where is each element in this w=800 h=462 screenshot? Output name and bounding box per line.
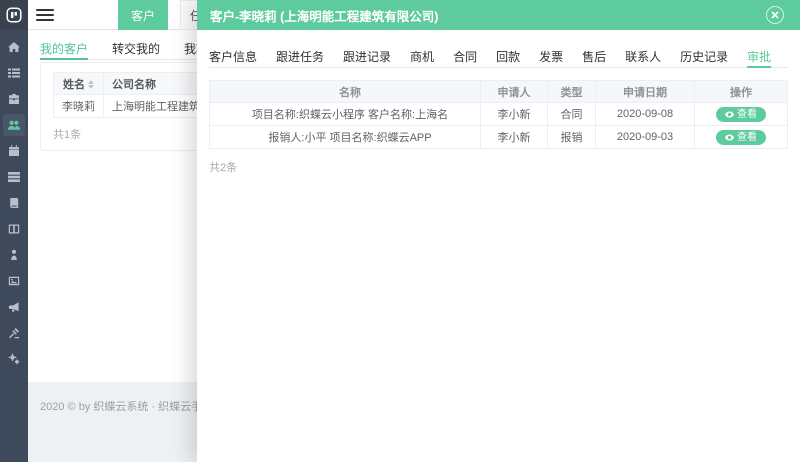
nav-kanban[interactable] bbox=[3, 218, 25, 240]
tab-follow-tasks[interactable]: 跟进任务 bbox=[276, 46, 324, 68]
server-icon bbox=[8, 171, 20, 183]
applicant-cell: 李小新 bbox=[481, 126, 548, 149]
briefcase-icon bbox=[8, 93, 20, 105]
drawer-tabs: 客户信息 跟进任务 跟进记录 商机 合同 回款 发票 售后 联系人 历史记录 审… bbox=[209, 46, 788, 68]
nav-gallery[interactable] bbox=[3, 270, 25, 292]
logo-icon bbox=[6, 7, 22, 23]
book-icon bbox=[8, 197, 20, 209]
table-row: 报销人:小平 项目名称:织蝶云APP 李小新 报销 2020-09-03 查看 bbox=[210, 126, 788, 149]
app-root: 客户 任务 我的客户 转交我的 我转交的 姓名 公司名称 bbox=[0, 0, 800, 462]
actions-cell: 查看 bbox=[695, 103, 788, 126]
close-icon bbox=[771, 11, 779, 19]
nav-person[interactable] bbox=[3, 244, 25, 266]
tab-payments[interactable]: 回款 bbox=[496, 46, 520, 68]
nav-list[interactable] bbox=[3, 62, 25, 84]
tab-contacts[interactable]: 联系人 bbox=[625, 46, 661, 68]
app-logo[interactable] bbox=[0, 0, 28, 30]
actions-cell: 查看 bbox=[695, 126, 788, 149]
column-header-title: 名称 bbox=[210, 81, 481, 103]
customer-name-cell: 李晓莉 bbox=[54, 95, 104, 118]
megaphone-icon bbox=[8, 301, 20, 313]
tab-transferred-to-me[interactable]: 转交我的 bbox=[112, 38, 160, 60]
tab-history[interactable]: 历史记录 bbox=[680, 46, 728, 68]
sort-icon[interactable] bbox=[88, 80, 94, 89]
tab-invoices[interactable]: 发票 bbox=[539, 46, 563, 68]
drawer-header: 客户-李晓莉 (上海明能工程建筑有限公司) bbox=[197, 0, 800, 30]
approvals-table: 名称 申请人 类型 申请日期 操作 项目名称:织蝶云小程序 客户名称:上海名 李… bbox=[209, 80, 788, 149]
home-icon bbox=[8, 41, 20, 53]
menu-toggle-button[interactable] bbox=[36, 7, 54, 23]
date-cell: 2020-09-08 bbox=[596, 103, 695, 126]
nav-server[interactable] bbox=[3, 166, 25, 188]
applicant-cell: 李小新 bbox=[481, 103, 548, 126]
view-button[interactable]: 查看 bbox=[716, 130, 766, 145]
tab-follow-records[interactable]: 跟进记录 bbox=[343, 46, 391, 68]
nav-projects[interactable] bbox=[3, 88, 25, 110]
tab-after-sales[interactable]: 售后 bbox=[582, 46, 606, 68]
type-cell: 合同 bbox=[548, 103, 596, 126]
nav-calendar[interactable] bbox=[3, 140, 25, 162]
nav-announce[interactable] bbox=[3, 296, 25, 318]
eye-icon bbox=[725, 111, 734, 118]
tab-contracts[interactable]: 合同 bbox=[453, 46, 477, 68]
table-row: 项目名称:织蝶云小程序 客户名称:上海名 李小新 合同 2020-09-08 查… bbox=[210, 103, 788, 126]
column-header-type: 类型 bbox=[548, 81, 596, 103]
approvals-total-count: 共2条 bbox=[209, 159, 800, 175]
column-header-date: 申请日期 bbox=[596, 81, 695, 103]
nav-gavel[interactable] bbox=[3, 322, 25, 344]
column-header-applicant: 申请人 bbox=[481, 81, 548, 103]
view-button[interactable]: 查看 bbox=[716, 107, 766, 122]
nav-settings[interactable] bbox=[3, 348, 25, 370]
column-header-name[interactable]: 姓名 bbox=[54, 73, 104, 95]
gears-icon bbox=[8, 353, 20, 365]
sidebar-nav bbox=[0, 30, 28, 374]
users-icon bbox=[8, 119, 20, 131]
tab-customer-info[interactable]: 客户信息 bbox=[209, 46, 257, 68]
customer-detail-drawer: 客户-李晓莉 (上海明能工程建筑有限公司) 客户信息 跟进任务 跟进记录 商机 … bbox=[197, 0, 800, 462]
type-cell: 报销 bbox=[548, 126, 596, 149]
nav-book[interactable] bbox=[3, 192, 25, 214]
tab-opportunities[interactable]: 商机 bbox=[410, 46, 434, 68]
close-button[interactable] bbox=[766, 6, 784, 24]
drawer-title: 客户-李晓莉 (上海明能工程建筑有限公司) bbox=[210, 6, 438, 25]
tab-approvals[interactable]: 审批 bbox=[747, 46, 771, 68]
list-icon bbox=[8, 67, 20, 79]
sidebar bbox=[0, 0, 28, 462]
nav-customers[interactable] bbox=[3, 114, 25, 136]
nav-home[interactable] bbox=[3, 36, 25, 58]
tab-my-customers[interactable]: 我的客户 bbox=[40, 38, 88, 60]
columns-icon bbox=[8, 223, 20, 235]
approval-title-cell: 报销人:小平 项目名称:织蝶云APP bbox=[210, 126, 481, 149]
approval-title-cell: 项目名称:织蝶云小程序 客户名称:上海名 bbox=[210, 103, 481, 126]
column-header-actions: 操作 bbox=[695, 81, 788, 103]
topbar-tab-customers[interactable]: 客户 bbox=[118, 0, 168, 30]
image-icon bbox=[8, 275, 20, 287]
gavel-icon bbox=[8, 327, 20, 339]
calendar-icon bbox=[8, 145, 20, 157]
date-cell: 2020-09-03 bbox=[596, 126, 695, 149]
person-icon bbox=[8, 249, 20, 261]
eye-icon bbox=[725, 134, 734, 141]
